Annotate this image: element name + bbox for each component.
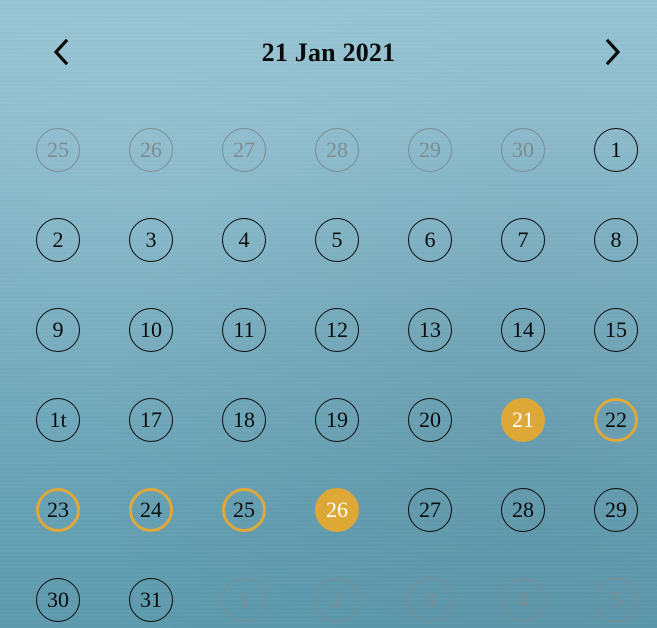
chevron-right-icon xyxy=(605,38,621,66)
calendar-day[interactable]: 8 xyxy=(594,218,638,262)
calendar-week-row: 1t 17 18 19 20 21 22 xyxy=(36,398,640,442)
calendar-day[interactable]: 28 xyxy=(315,128,359,172)
calendar-day[interactable]: 27 xyxy=(408,488,452,532)
calendar-day[interactable]: 29 xyxy=(408,128,452,172)
calendar-day[interactable]: 17 xyxy=(129,398,173,442)
calendar-grid: 25 26 27 28 29 30 1 2 3 4 5 6 7 8 9 10 11 12 13 14 15 1t 17 18 1… xyxy=(36,128,640,628)
calendar-day[interactable]: 15 xyxy=(594,308,638,352)
calendar-day[interactable]: 4 xyxy=(222,218,266,262)
calendar-day[interactable]: 29 xyxy=(594,488,638,532)
calendar-day[interactable]: 28 xyxy=(501,488,545,532)
calendar-week-row: 30 31 1 2 3 4 5 xyxy=(36,578,640,622)
calendar-day[interactable]: 3 xyxy=(408,578,452,622)
calendar-day[interactable]: 30 xyxy=(501,128,545,172)
calendar-day[interactable]: 10 xyxy=(129,308,173,352)
calendar-day[interactable]: 6 xyxy=(408,218,452,262)
calendar-day[interactable]: 7 xyxy=(501,218,545,262)
calendar-day[interactable]: 3 xyxy=(129,218,173,262)
calendar-day[interactable]: 11 xyxy=(222,308,266,352)
calendar-day[interactable]: 5 xyxy=(315,218,359,262)
calendar-day[interactable]: 19 xyxy=(315,398,359,442)
calendar-day[interactable]: 20 xyxy=(408,398,452,442)
calendar-day[interactable]: 2 xyxy=(36,218,80,262)
calendar-day[interactable]: 23 xyxy=(36,488,80,532)
calendar-day[interactable]: 25 xyxy=(36,128,80,172)
calendar-header: 21 Jan 2021 xyxy=(0,0,657,110)
calendar-day[interactable]: 4 xyxy=(501,578,545,622)
next-month-button[interactable] xyxy=(593,32,633,72)
calendar-day[interactable]: 5 xyxy=(594,578,638,622)
calendar-day[interactable]: 31 xyxy=(129,578,173,622)
calendar-day[interactable]: 12 xyxy=(315,308,359,352)
calendar-week-row: 2 3 4 5 6 7 8 xyxy=(36,218,640,262)
calendar-week-row: 9 10 11 12 13 14 15 xyxy=(36,308,640,352)
calendar-week-row: 23 24 25 26 27 28 29 xyxy=(36,488,640,532)
calendar-day[interactable]: 9 xyxy=(36,308,80,352)
calendar-week-row: 25 26 27 28 29 30 1 xyxy=(36,128,640,172)
calendar-day[interactable]: 24 xyxy=(129,488,173,532)
calendar-day[interactable]: 1t xyxy=(36,398,80,442)
calendar-day[interactable]: 13 xyxy=(408,308,452,352)
calendar-day[interactable]: 26 xyxy=(315,488,359,532)
calendar-day[interactable]: 26 xyxy=(129,128,173,172)
calendar-day[interactable]: 2 xyxy=(315,578,359,622)
calendar-day[interactable]: 22 xyxy=(594,398,638,442)
calendar-day[interactable]: 18 xyxy=(222,398,266,442)
calendar-day[interactable]: 14 xyxy=(501,308,545,352)
calendar-title: 21 Jan 2021 xyxy=(261,38,396,67)
calendar-day[interactable]: 25 xyxy=(222,488,266,532)
calendar-day[interactable]: 30 xyxy=(36,578,80,622)
calendar-day[interactable]: 1 xyxy=(222,578,266,622)
calendar-day[interactable]: 1 xyxy=(594,128,638,172)
calendar-day[interactable]: 27 xyxy=(222,128,266,172)
calendar-day[interactable]: 21 xyxy=(501,398,545,442)
